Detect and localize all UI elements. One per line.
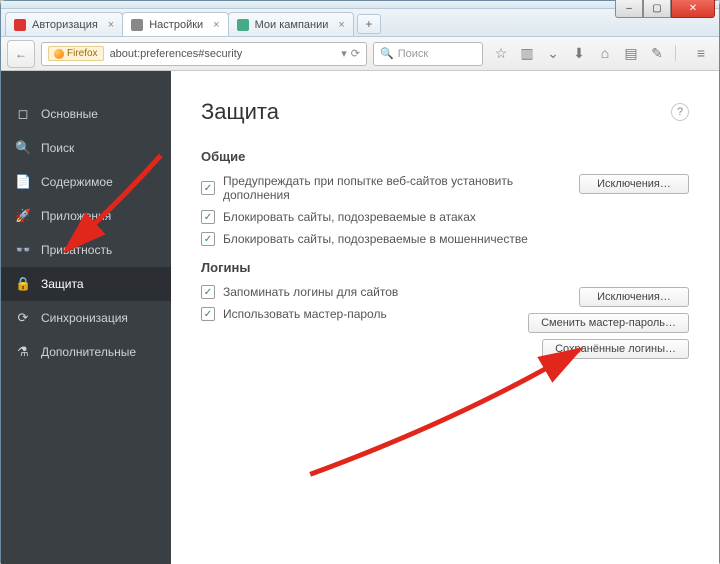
sidebar-item-advanced[interactable]: ⚗ Дополнительные — [1, 335, 171, 369]
option-label: Блокировать сайты, подозреваемые в мошен… — [223, 232, 689, 246]
sidebar-item-privacy[interactable]: 👓 Приватность — [1, 233, 171, 267]
navigation-toolbar: ← Firefox about:preferences#security ▾ ⟳… — [1, 37, 719, 71]
star-icon[interactable]: ☆ — [493, 45, 509, 62]
tab-authorization[interactable]: Авторизация × — [5, 12, 123, 36]
search-icon: 🔍 — [380, 47, 394, 60]
window-controls: – ▢ ✕ — [615, 0, 715, 18]
url-bar[interactable]: Firefox about:preferences#security ▾ ⟳ — [41, 42, 367, 66]
share-icon[interactable]: ✎ — [649, 45, 665, 62]
sidebar-item-applications[interactable]: 🚀 Приложения — [1, 199, 171, 233]
dropdown-icon[interactable]: ▾ — [341, 47, 347, 60]
tab-strip: Авторизация × Настройки × Мои кампании ×… — [1, 9, 719, 37]
flask-icon: ⚗ — [15, 344, 31, 360]
tab-campaigns[interactable]: Мои кампании × — [228, 12, 354, 36]
sidebar-item-content[interactable]: 📄 Содержимое — [1, 165, 171, 199]
sidebar-item-sync[interactable]: ⟳ Синхронизация — [1, 301, 171, 335]
browser-window: – ▢ ✕ Авторизация × Настройки × Мои камп… — [0, 0, 720, 563]
tab-close-icon[interactable]: × — [108, 19, 114, 31]
checkbox-remember-logins[interactable]: ✓ — [201, 285, 215, 299]
firefox-icon — [54, 49, 64, 59]
option-label: Использовать мастер-пароль — [223, 307, 528, 321]
mask-icon: 👓 — [15, 242, 31, 258]
general-row-1: ✓ Предупреждать при попытке веб-сайтов у… — [201, 174, 689, 210]
download-icon[interactable]: ⬇ — [571, 45, 587, 62]
favicon-icon — [237, 19, 249, 31]
general-icon: ◻ — [15, 106, 31, 122]
site-identity[interactable]: Firefox — [48, 46, 104, 61]
rocket-icon: 🚀 — [15, 208, 31, 224]
tab-close-icon[interactable]: × — [338, 19, 344, 31]
sidebar-item-label: Приватность — [41, 243, 112, 257]
exceptions-button[interactable]: Исключения… — [579, 174, 689, 194]
section-heading-logins: Логины — [201, 260, 689, 275]
favicon-icon — [14, 19, 26, 31]
close-window-button[interactable]: ✕ — [671, 0, 715, 18]
document-icon: 📄 — [15, 174, 31, 190]
sync-icon: ⟳ — [15, 310, 31, 326]
window-titlebar: – ▢ ✕ — [1, 1, 719, 9]
tab-label: Настройки — [149, 19, 203, 31]
search-bar[interactable]: 🔍 Поиск — [373, 42, 483, 66]
pocket-icon[interactable]: ⌄ — [545, 45, 561, 62]
checkbox-block-attack[interactable]: ✓ — [201, 210, 215, 224]
sidebar-item-label: Содержимое — [41, 175, 113, 189]
tab-settings[interactable]: Настройки × — [122, 12, 228, 36]
reader-icon[interactable]: ▥ — [519, 45, 535, 62]
checkbox-block-fraud[interactable]: ✓ — [201, 232, 215, 246]
logins-button-column: Исключения… Сменить мастер-пароль… Сохра… — [528, 287, 689, 359]
saved-logins-button[interactable]: Сохранённые логины… — [542, 339, 689, 359]
page-title: Защита — [201, 99, 279, 125]
page-title-row: Защита ? — [201, 99, 689, 125]
checkbox-warn-addons[interactable]: ✓ — [201, 181, 215, 195]
sidebar-item-label: Дополнительные — [41, 345, 136, 359]
option-label: Блокировать сайты, подозреваемые в атака… — [223, 210, 689, 224]
maximize-button[interactable]: ▢ — [643, 0, 671, 18]
sidebar-item-label: Защита — [41, 277, 84, 291]
back-button[interactable]: ← — [7, 40, 35, 68]
section-heading-general: Общие — [201, 149, 689, 164]
content-area: ◻ Основные 🔍 Поиск 📄 Содержимое 🚀 Прилож… — [1, 71, 719, 564]
toolbar-actions: ☆ ▥ ⌄ ⬇ ⌂ ▤ ✎ ≡ — [489, 45, 713, 62]
bookmarks-icon[interactable]: ▤ — [623, 45, 639, 62]
sidebar-item-label: Синхронизация — [41, 311, 128, 325]
gear-icon — [131, 19, 143, 31]
separator — [675, 45, 683, 61]
tab-label: Мои кампании — [255, 19, 329, 31]
preferences-sidebar: ◻ Основные 🔍 Поиск 📄 Содержимое 🚀 Прилож… — [1, 71, 171, 564]
lock-icon: 🔒 — [15, 276, 31, 292]
identity-label: Firefox — [67, 48, 98, 59]
sidebar-item-label: Основные — [41, 107, 98, 121]
search-placeholder: Поиск — [398, 48, 428, 60]
new-tab-button[interactable]: + — [357, 14, 381, 34]
menu-icon[interactable]: ≡ — [693, 45, 709, 62]
sidebar-item-label: Приложения — [41, 209, 111, 223]
sidebar-item-search[interactable]: 🔍 Поиск — [1, 131, 171, 165]
help-icon[interactable]: ? — [671, 103, 689, 121]
sidebar-item-security[interactable]: 🔒 Защита — [1, 267, 171, 301]
tab-close-icon[interactable]: × — [213, 19, 219, 31]
checkbox-master-password[interactable]: ✓ — [201, 307, 215, 321]
security-panel: Защита ? Общие ✓ Предупреждать при попыт… — [171, 71, 719, 564]
minimize-button[interactable]: – — [615, 0, 643, 18]
sidebar-item-general[interactable]: ◻ Основные — [1, 97, 171, 131]
url-actions: ▾ ⟳ — [341, 47, 360, 60]
reload-icon[interactable]: ⟳ — [351, 47, 360, 60]
option-label: Предупреждать при попытке веб-сайтов уст… — [223, 174, 579, 202]
option-label: Запоминать логины для сайтов — [223, 285, 528, 299]
search-icon: 🔍 — [15, 140, 31, 156]
change-master-password-button[interactable]: Сменить мастер-пароль… — [528, 313, 689, 333]
exceptions-logins-button[interactable]: Исключения… — [579, 287, 689, 307]
url-text: about:preferences#security — [110, 48, 336, 60]
tab-label: Авторизация — [32, 19, 98, 31]
sidebar-item-label: Поиск — [41, 141, 74, 155]
home-icon[interactable]: ⌂ — [597, 45, 613, 62]
logins-rows: ✓ Запоминать логины для сайтов ✓ Использ… — [201, 285, 689, 359]
